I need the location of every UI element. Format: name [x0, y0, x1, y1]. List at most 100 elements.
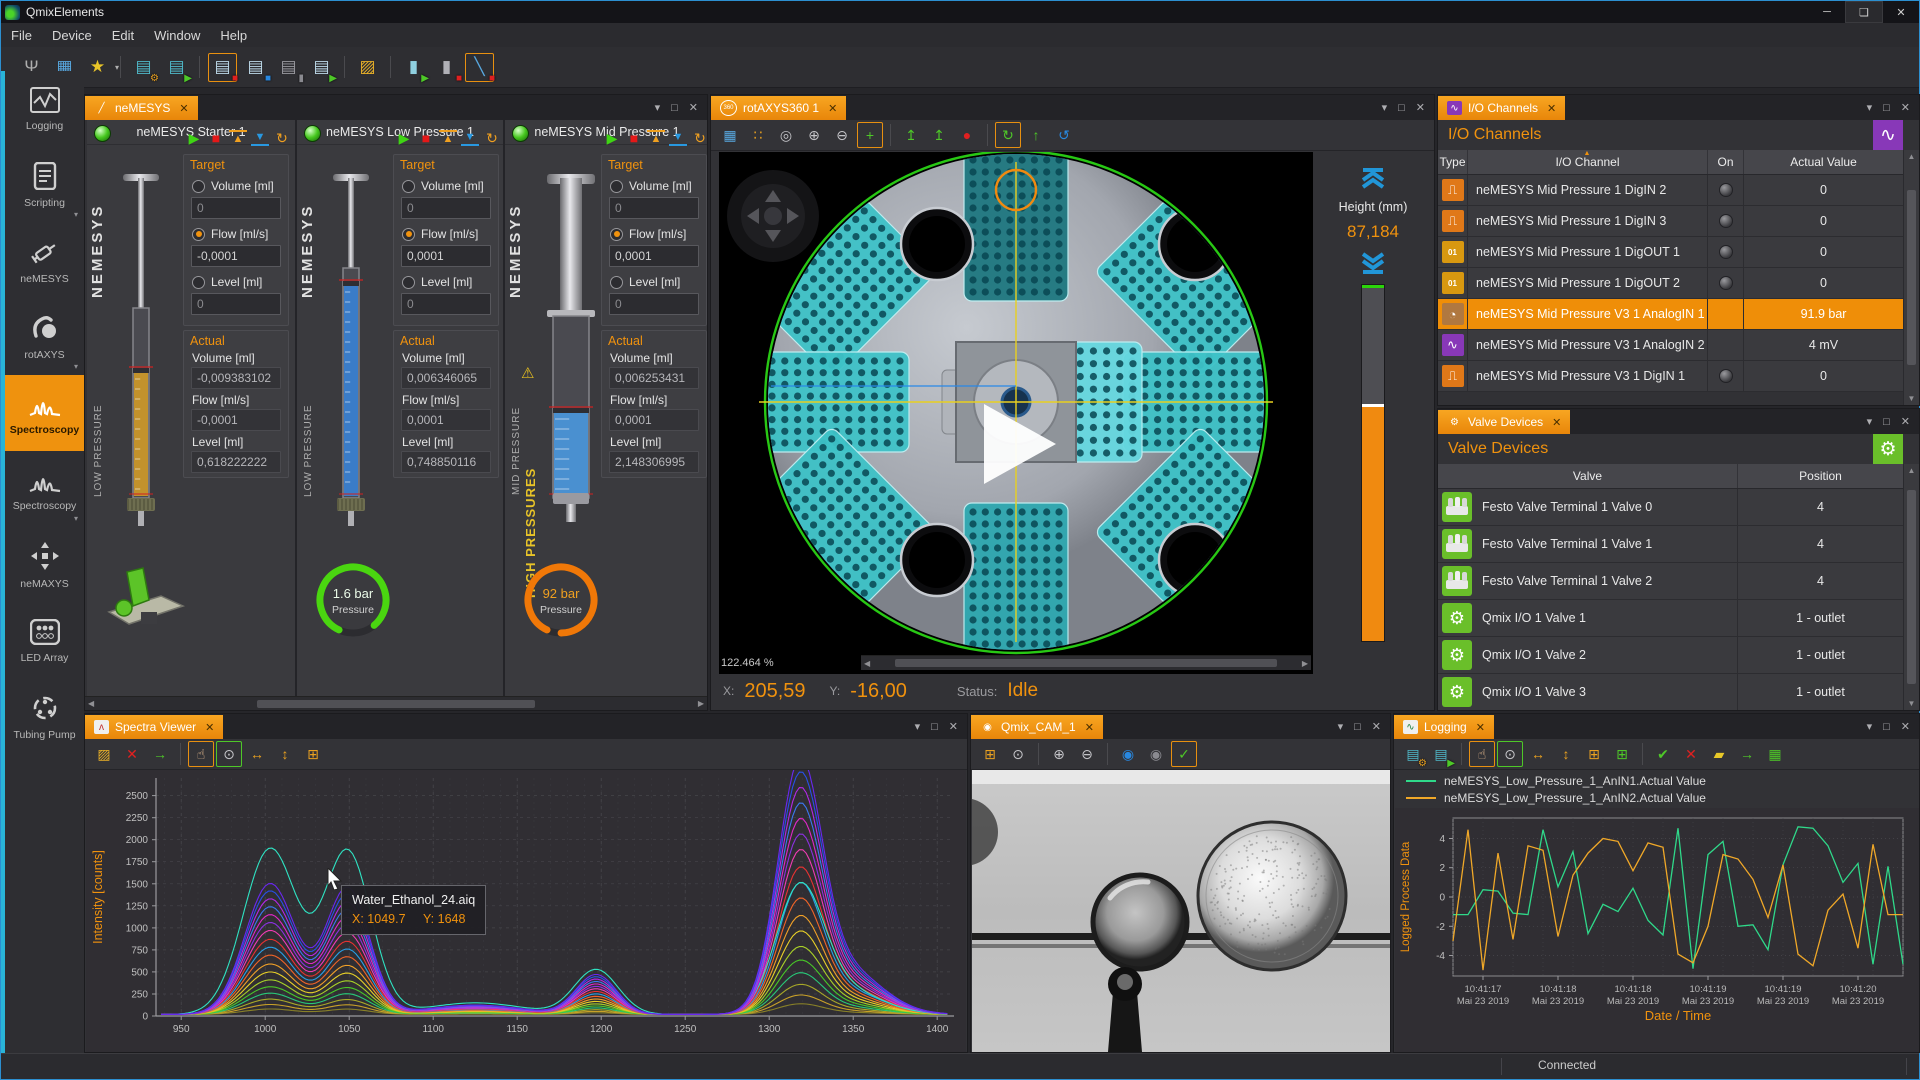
zoom-in-icon[interactable]: ⊕	[801, 122, 827, 148]
radio-icon[interactable]	[610, 180, 623, 193]
restore-panel-icon[interactable]: □	[1883, 721, 1890, 733]
radio-icon[interactable]	[402, 180, 415, 193]
valve-row[interactable]: ⚙Qmix I/O 1 Valve 31 - outlet	[1438, 674, 1904, 711]
radio-icon[interactable]	[610, 228, 623, 241]
menu-window[interactable]: Window	[144, 23, 210, 47]
nemesys-hscrollbar[interactable]: ◀ ▶	[85, 696, 707, 710]
float-panel-icon[interactable]: ▾	[1338, 720, 1344, 733]
target-flow-radio[interactable]: Flow [ml/s]	[402, 227, 478, 241]
restore-panel-icon[interactable]: □	[931, 721, 938, 733]
float-panel-icon[interactable]: ▾	[1867, 101, 1873, 114]
io-channel-row[interactable]: ∿neMESYS Mid Pressure V3 1 AnalogIN 24 m…	[1438, 330, 1904, 361]
spectra-chart[interactable]: 0250500750100012501500175020002250250095…	[86, 770, 966, 1051]
sidebar-item-nemaxys[interactable]: neMAXYS	[5, 527, 84, 603]
crosshair-mode-icon[interactable]: +	[857, 122, 883, 148]
valve-row[interactable]: Festo Valve Terminal 1 Valve 04	[1438, 489, 1904, 526]
logging-chart[interactable]: 420-2-410:41:17Mai 23 201910:41:18Mai 23…	[1395, 808, 1918, 1051]
target-volume-input[interactable]: 0	[191, 197, 281, 219]
float-panel-icon[interactable]: ▾	[1867, 720, 1873, 733]
export-spectra-icon[interactable]: →	[147, 741, 173, 767]
target-level-radio[interactable]: Level [ml]	[192, 275, 262, 289]
refill-cycle-button[interactable]: ↻	[483, 129, 501, 147]
fit-all-icon[interactable]: ⊞	[300, 741, 326, 767]
scroll-right-icon[interactable]: ▶	[698, 699, 704, 708]
export-data-icon[interactable]: ▦	[1762, 741, 1788, 767]
close-tab-icon[interactable]: ✕	[1085, 721, 1094, 734]
target-level-radio[interactable]: Level [ml]	[610, 275, 680, 289]
column-header-position[interactable]: Position	[1738, 464, 1904, 488]
empty-syringe-button[interactable]: ▼	[461, 130, 479, 146]
sidebar-item-rotaxys[interactable]: rotAXYS▾	[5, 299, 84, 375]
log-settings-icon[interactable]: ▤⚙	[1400, 741, 1426, 767]
target-volume-radio[interactable]: Volume [ml]	[610, 179, 692, 193]
float-panel-icon[interactable]: ▾	[1867, 415, 1873, 428]
target-flow-radio[interactable]: Flow [ml/s]	[192, 227, 268, 241]
script-settings-icon[interactable]: ▤⚙	[129, 53, 158, 82]
open-spectra-icon[interactable]: ▨	[91, 741, 117, 767]
io-vscrollbar[interactable]: ▲ ▼	[1903, 150, 1919, 405]
channel-on-led[interactable]	[1719, 276, 1733, 290]
process-pause-icon[interactable]: ▤■	[241, 53, 270, 82]
scroll-thumb[interactable]	[1907, 190, 1916, 366]
close-tab-icon[interactable]: ✕	[1476, 721, 1485, 734]
view-options-icon[interactable]: ▦	[717, 122, 743, 148]
restore-panel-icon[interactable]: □	[671, 102, 678, 114]
process-run-icon[interactable]: ▤▶	[307, 53, 336, 82]
rotaxys-stage-view[interactable]	[719, 152, 1313, 674]
restore-panel-icon[interactable]: □	[1883, 102, 1890, 114]
float-panel-icon[interactable]: ▾	[1382, 101, 1388, 114]
column-header-actual-value[interactable]: Actual Value	[1744, 150, 1904, 174]
capture-series-icon[interactable]: ✓	[1171, 741, 1197, 767]
tab-logging[interactable]: ∿ Logging ✕	[1394, 715, 1494, 739]
menu-device[interactable]: Device	[42, 23, 102, 47]
camera-settings-icon[interactable]: ◉	[1143, 741, 1169, 767]
target-level-radio[interactable]: Level [ml]	[402, 275, 472, 289]
valve-row[interactable]: Festo Valve Terminal 1 Valve 14	[1438, 526, 1904, 563]
target-flow-radio[interactable]: Flow [ml/s]	[610, 227, 686, 241]
marker-points-icon[interactable]: ∷	[745, 122, 771, 148]
close-tab-icon[interactable]: ✕	[1552, 416, 1561, 429]
tab-io-channels[interactable]: ∿ I/O Channels ✕	[1438, 96, 1565, 120]
valve-row[interactable]: ⚙Qmix I/O 1 Valve 11 - outlet	[1438, 600, 1904, 637]
refill-cycle-button[interactable]: ↻	[273, 129, 291, 147]
pointer-mode-icon[interactable]: ☝	[188, 741, 214, 767]
zoom-in-icon[interactable]: ⊕	[1046, 741, 1072, 767]
channel-on-led[interactable]	[1719, 183, 1733, 197]
scroll-up-icon[interactable]: ▲	[1908, 466, 1916, 475]
target-flow-input[interactable]: -0,0001	[191, 245, 281, 267]
close-panel-icon[interactable]: ✕	[1416, 101, 1425, 114]
pumps-run-icon[interactable]: ▮▶	[399, 53, 428, 82]
io-channel-row[interactable]: ⎍neMESYS Mid Pressure V3 1 DigIN 10	[1438, 361, 1904, 392]
clear-chart-icon[interactable]: ✕	[1678, 741, 1704, 767]
start-dosing-button[interactable]: ▶	[185, 129, 203, 147]
channel-on-led[interactable]	[1719, 245, 1733, 259]
calibrate-icon[interactable]: ╲■	[465, 53, 494, 82]
expand-caret-icon[interactable]: ▾	[74, 362, 78, 371]
scroll-thumb[interactable]	[1907, 490, 1916, 684]
zoom-box-icon[interactable]: ⊙	[216, 741, 242, 767]
pointer-mode-icon[interactable]: ☝	[1469, 741, 1495, 767]
tab-spectra-viewer[interactable]: ʌ Spectra Viewer ✕	[85, 715, 223, 739]
restore-panel-icon[interactable]: □	[1883, 416, 1890, 428]
column-header-i-o-channel[interactable]: I/O Channel▲	[1468, 150, 1708, 174]
tab-nemesys[interactable]: ╱ neMESYS ✕	[85, 96, 198, 120]
menu-edit[interactable]: Edit	[102, 23, 144, 47]
stop-dosing-button[interactable]: ■	[417, 129, 435, 147]
pumps-stop-icon[interactable]: ▮■	[432, 53, 461, 82]
tab-rotaxys360[interactable]: 360 rotAXYS360 1 ✕	[711, 96, 846, 120]
valve-row[interactable]: Festo Valve Terminal 1 Valve 24	[1438, 563, 1904, 600]
zoom-out-icon[interactable]: ⊖	[829, 122, 855, 148]
io-channel-row[interactable]: 01neMESYS Mid Pressure 1 DigOUT 10	[1438, 237, 1904, 268]
scroll-thumb[interactable]	[895, 659, 1277, 667]
maximize-button[interactable]: ❏	[1845, 1, 1883, 23]
target-level-input[interactable]: 0	[609, 293, 699, 315]
radio-icon[interactable]	[192, 228, 205, 241]
close-tab-icon[interactable]: ✕	[179, 102, 188, 115]
sidebar-item-scripting[interactable]: Scripting▾	[5, 147, 84, 223]
target-flow-input[interactable]: 0,0001	[401, 245, 491, 267]
io-channel-row[interactable]: ⎍neMESYS Mid Pressure 1 DigIN 20	[1438, 175, 1904, 206]
io-channel-row[interactable]: 01neMESYS Mid Pressure 1 DigOUT 20	[1438, 268, 1904, 299]
start-dosing-button[interactable]: ▶	[395, 129, 413, 147]
fit-view-icon[interactable]: ⊞	[977, 741, 1003, 767]
zoom-100-icon[interactable]: ◎	[773, 122, 799, 148]
